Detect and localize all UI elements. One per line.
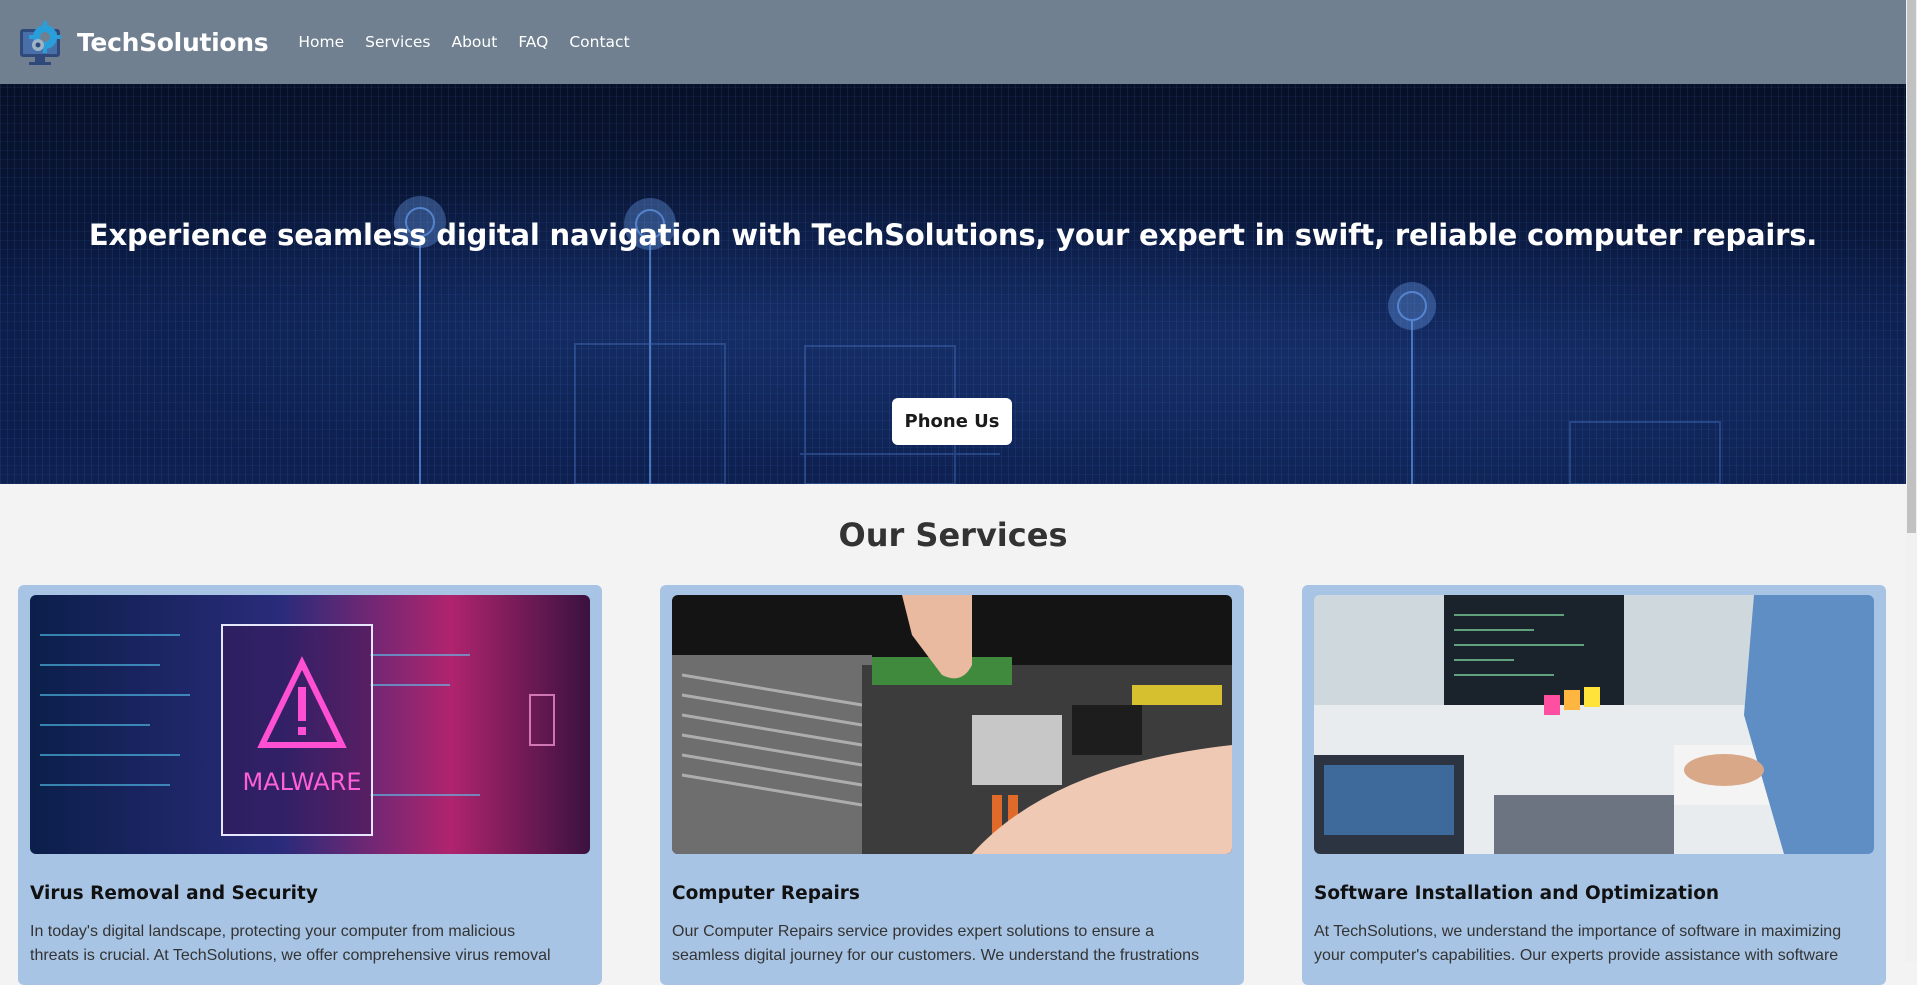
card-text-repairs-line2: seamless digital journey for our custome…	[672, 947, 1200, 964]
site-header: TechSolutions Home Services About FAQ Co…	[0, 0, 1906, 84]
computer-repairs-image	[672, 595, 1232, 854]
card-text-repairs-line1: Our Computer Repairs service provides ex…	[672, 923, 1154, 940]
phone-us-button[interactable]: Phone Us	[892, 398, 1012, 445]
main-nav: Home Services About FAQ Contact	[298, 33, 650, 51]
card-text-software-line2: your computer's capabilities. Our expert…	[1314, 947, 1839, 964]
page-scrollbar[interactable]	[1906, 0, 1917, 962]
card-title-software: Software Installation and Optimization	[1314, 883, 1720, 904]
malware-image-text: MALWARE	[243, 768, 362, 796]
card-title-virus: Virus Removal and Security	[30, 883, 318, 904]
hero-headline: Experience seamless digital navigation w…	[88, 218, 1818, 252]
scrollbar-thumb[interactable]	[1907, 0, 1916, 533]
nav-home[interactable]: Home	[298, 33, 344, 51]
brand-name: TechSolutions	[77, 27, 269, 57]
nav-faq[interactable]: FAQ	[518, 33, 548, 51]
software-installation-image	[1314, 595, 1874, 854]
card-text-virus-line2: threats is crucial. At TechSolutions, we…	[30, 947, 551, 964]
brand-logo-link[interactable]: TechSolutions	[18, 17, 269, 67]
nav-contact[interactable]: Contact	[569, 33, 629, 51]
services-heading: Our Services	[838, 516, 1068, 554]
hero-banner: Experience seamless digital navigation w…	[0, 84, 1906, 484]
nav-services[interactable]: Services	[365, 33, 430, 51]
card-text-software-line1: At TechSolutions, we understand the impo…	[1314, 923, 1842, 940]
nav-about[interactable]: About	[451, 33, 497, 51]
virus-security-image: MALWARE	[30, 595, 590, 854]
card-text-virus-line1: In today's digital landscape, protecting…	[30, 923, 516, 940]
card-title-repairs: Computer Repairs	[672, 883, 860, 904]
gear-monitor-icon	[20, 21, 61, 65]
